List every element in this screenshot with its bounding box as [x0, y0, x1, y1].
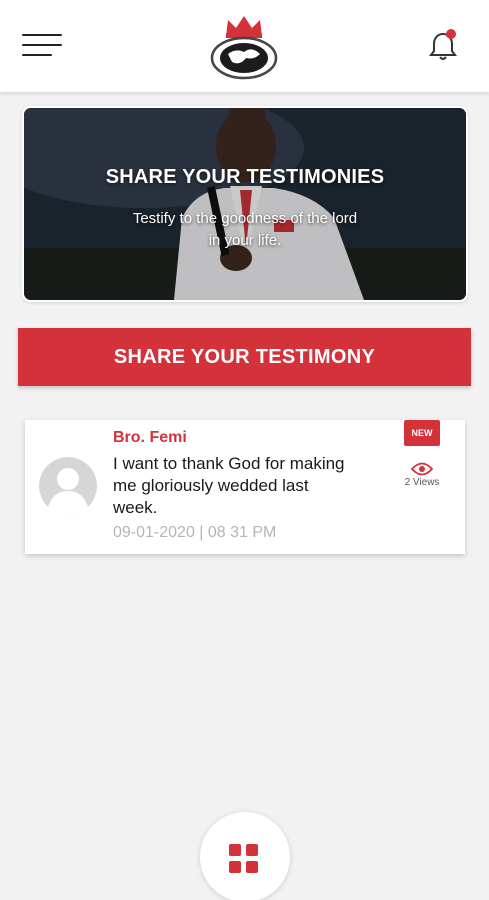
app-header: [0, 0, 489, 92]
testimony-author: Bro. Femi: [113, 429, 187, 446]
testimony-card[interactable]: Bro. Femi I want to thank God for making…: [25, 420, 465, 554]
hamburger-menu-icon[interactable]: [22, 34, 62, 58]
grid-menu-icon: [229, 844, 259, 874]
banner-subtitle: Testify to the goodness of the lord in y…: [24, 208, 466, 252]
banner-subtitle-line: Testify to the goodness of the lord: [132, 210, 358, 227]
banner-subtitle-line: in your life.: [208, 232, 282, 249]
testimonies-banner: SHARE YOUR TESTIMONIES Testify to the go…: [22, 106, 468, 302]
testimony-timestamp: 09-01-2020 | 08 31 PM: [113, 524, 277, 541]
preacher-photo: [24, 108, 466, 300]
testimony-message: I want to thank God for making me glorio…: [113, 453, 383, 519]
testimony-message-line: week.: [113, 498, 158, 517]
share-testimony-button[interactable]: SHARE YOUR TESTIMONY: [18, 328, 471, 386]
eye-icon: [411, 462, 433, 476]
new-badge: NEW: [404, 420, 440, 446]
testimony-message-line: I want to thank God for making: [113, 454, 345, 473]
views-count: 2 Views: [404, 477, 440, 488]
banner-title: SHARE YOUR TESTIMONIES: [105, 166, 385, 188]
avatar-placeholder-icon: [39, 457, 97, 515]
apps-grid-button[interactable]: [200, 812, 290, 900]
banner-background: SHARE YOUR TESTIMONIES Testify to the go…: [24, 108, 466, 300]
notification-bell-icon[interactable]: [428, 28, 458, 62]
testimony-message-line: me gloriously wedded last: [113, 476, 309, 495]
church-logo[interactable]: [206, 12, 282, 82]
